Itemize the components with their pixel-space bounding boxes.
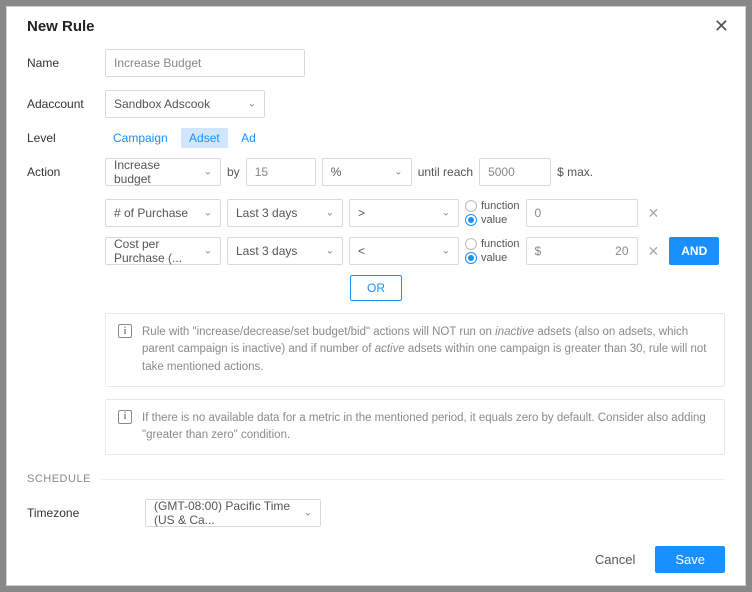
info-text: Rule with "increase/decrease/set budget/… xyxy=(142,324,712,376)
condition-row: # of Purchase⌄ Last 3 days⌄ >⌄ function … xyxy=(105,199,725,227)
operator-select[interactable]: >⌄ xyxy=(349,199,459,227)
info-box: i Rule with "increase/decrease/set budge… xyxy=(105,313,725,387)
modal-header: New Rule ✕ xyxy=(7,7,745,43)
new-rule-modal: New Rule ✕ Name Increase Budget Adaccoun… xyxy=(6,6,746,586)
operator-select[interactable]: <⌄ xyxy=(349,237,459,265)
mode-value-radio[interactable] xyxy=(465,214,477,226)
chevron-down-icon: ⌄ xyxy=(204,208,212,219)
action-type-select[interactable]: Increase budget⌄ xyxy=(105,158,221,186)
chevron-down-icon: ⌄ xyxy=(204,246,212,257)
chevron-down-icon: ⌄ xyxy=(248,99,256,110)
name-input[interactable]: Increase Budget xyxy=(105,49,305,77)
info-icon: i xyxy=(118,324,132,338)
by-label: by xyxy=(227,165,240,179)
metric-select[interactable]: # of Purchase⌄ xyxy=(105,199,221,227)
dollar-max-label: $ max. xyxy=(557,165,593,179)
chevron-down-icon: ⌄ xyxy=(304,508,312,519)
level-tab-ad[interactable]: Ad xyxy=(233,128,264,148)
timezone-label: Timezone xyxy=(27,506,145,520)
cancel-button[interactable]: Cancel xyxy=(585,546,645,573)
modal-title: New Rule xyxy=(27,18,95,35)
action-unit-select[interactable]: %⌄ xyxy=(322,158,412,186)
condition-value-input[interactable]: 0 xyxy=(526,199,638,227)
name-label: Name xyxy=(27,56,105,70)
divider xyxy=(101,479,725,480)
period-select[interactable]: Last 3 days⌄ xyxy=(227,199,343,227)
or-button[interactable]: OR xyxy=(350,275,402,301)
mode-function-radio[interactable] xyxy=(465,238,477,250)
chevron-down-icon: ⌄ xyxy=(394,167,402,178)
remove-condition-icon[interactable]: ✕ xyxy=(644,205,664,222)
level-tabs: Campaign Adset Ad xyxy=(105,131,266,145)
chevron-down-icon: ⌄ xyxy=(204,167,212,178)
until-reach-label: until reach xyxy=(418,165,473,179)
adaccount-select[interactable]: Sandbox Adscook ⌄ xyxy=(105,90,265,118)
level-tab-campaign[interactable]: Campaign xyxy=(105,128,176,148)
condition-row: Cost per Purchase (...⌄ Last 3 days⌄ <⌄ … xyxy=(105,237,725,265)
and-button[interactable]: AND xyxy=(669,237,719,265)
action-until-input[interactable]: 5000 xyxy=(479,158,551,186)
period-select[interactable]: Last 3 days⌄ xyxy=(227,237,343,265)
action-label: Action xyxy=(27,165,105,179)
remove-condition-icon[interactable]: ✕ xyxy=(644,243,664,260)
mode-function-radio[interactable] xyxy=(465,200,477,212)
close-icon[interactable]: ✕ xyxy=(714,17,729,35)
chevron-down-icon: ⌄ xyxy=(442,208,450,219)
adaccount-label: Adaccount xyxy=(27,97,105,111)
info-icon: i xyxy=(118,410,132,424)
action-amount-input[interactable]: 15 xyxy=(246,158,316,186)
chevron-down-icon: ⌄ xyxy=(442,246,450,257)
timezone-select[interactable]: (GMT-08:00) Pacific Time (US & Ca...⌄ xyxy=(145,499,321,527)
condition-value-input[interactable]: $20 xyxy=(526,237,638,265)
chevron-down-icon: ⌄ xyxy=(326,246,334,257)
modal-body: Name Increase Budget Adaccount Sandbox A… xyxy=(7,43,745,534)
mode-value-radio[interactable] xyxy=(465,252,477,264)
modal-footer: Cancel Save xyxy=(7,534,745,585)
level-tab-adset[interactable]: Adset xyxy=(181,128,228,148)
info-box: i If there is no available data for a me… xyxy=(105,399,725,456)
chevron-down-icon: ⌄ xyxy=(326,208,334,219)
metric-select[interactable]: Cost per Purchase (...⌄ xyxy=(105,237,221,265)
level-label: Level xyxy=(27,131,105,145)
save-button[interactable]: Save xyxy=(655,546,725,573)
schedule-section-header: SCHEDULE xyxy=(27,473,725,485)
info-text: If there is no available data for a metr… xyxy=(142,410,712,445)
